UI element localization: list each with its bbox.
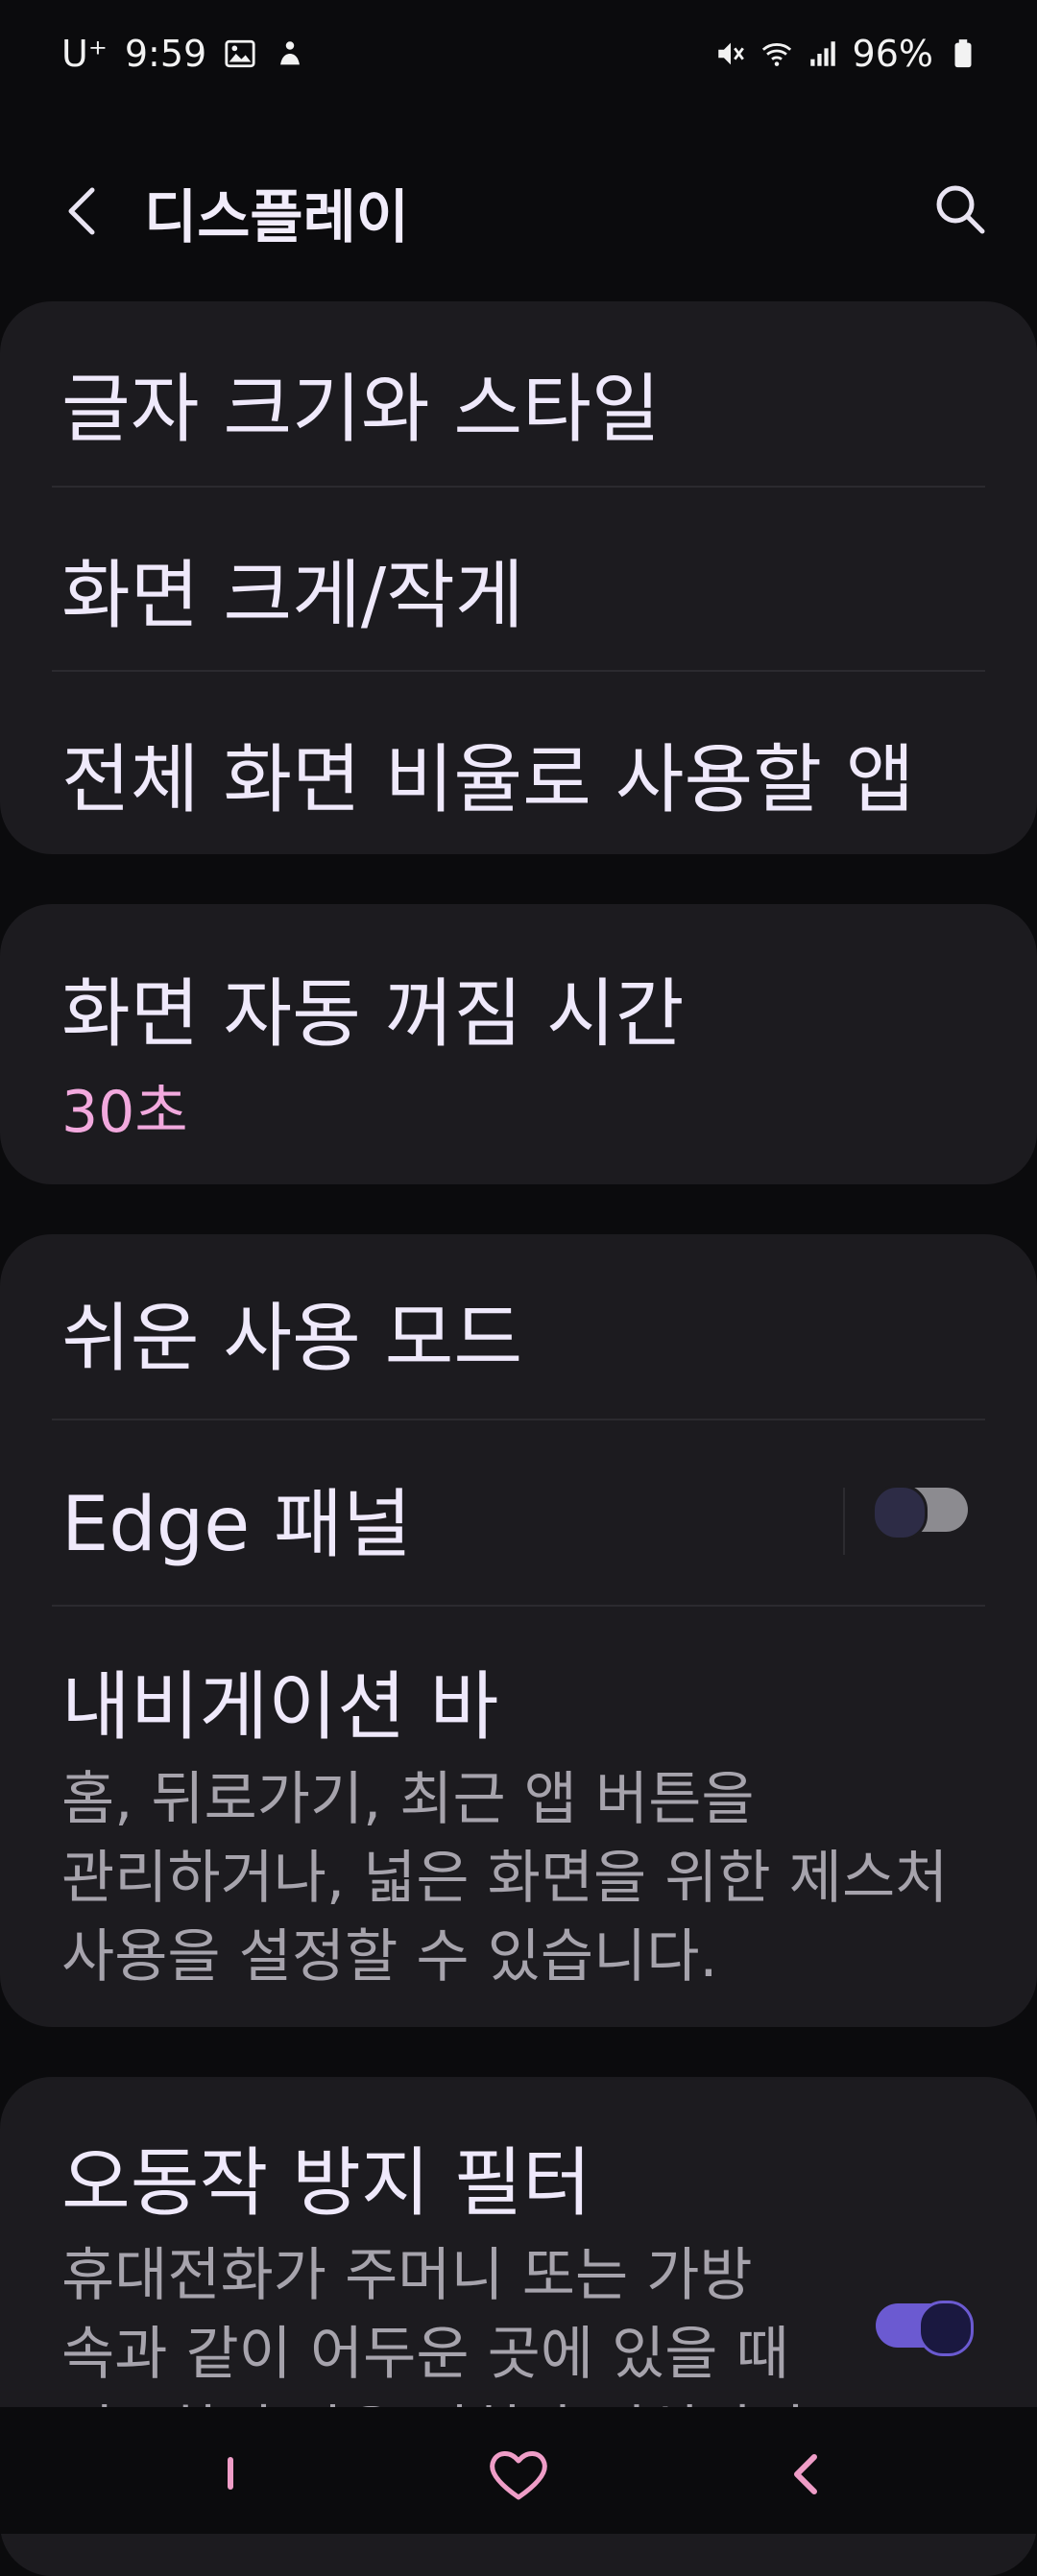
font-style-item[interactable]: 글자 크기와 스타일	[61, 349, 976, 457]
screen-timeout-item[interactable]: 화면 자동 꺼짐 시간 30초	[61, 954, 976, 1149]
page-title: 디스플레이	[144, 184, 409, 251]
navigation-bar-label: 내비게이션 바	[61, 1664, 499, 1751]
accidental-touch-label: 오동작 방지 필터	[61, 2140, 591, 2227]
toggle-knob	[872, 1485, 928, 1540]
separator	[843, 1488, 845, 1555]
accidental-touch-toggle[interactable]	[876, 2301, 974, 2356]
fullscreen-apps-label: 전체 화면 비율로 사용할 앱	[61, 737, 915, 823]
divider	[52, 1419, 985, 1420]
status-left: U⁺ 9:59	[61, 33, 306, 75]
divider	[52, 1605, 985, 1607]
navigation-bar-desc-line: 홈, 뒤로가기, 최근 앱 버튼을	[61, 1766, 755, 1833]
screen-zoom-label: 화면 크게/작게	[61, 553, 524, 639]
navigation-bar-item[interactable]: 내비게이션 바 홈, 뒤로가기, 최근 앱 버튼을 관리하거나, 넓은 화면을 …	[61, 1647, 976, 1996]
wifi-icon	[761, 43, 791, 66]
easy-mode-item[interactable]: 쉬운 사용 모드	[61, 1278, 976, 1386]
screen-timeout-value: 30초	[61, 1079, 188, 1146]
toggle-knob	[918, 2301, 974, 2356]
battery-icon	[954, 39, 972, 68]
navigation-bar-desc-line: 관리하거나, 넓은 화면을 위한 제스처	[61, 1845, 949, 1912]
signal-icon	[809, 41, 835, 66]
search-icon[interactable]	[929, 179, 991, 240]
carrier-label: U⁺	[61, 33, 108, 75]
divider	[52, 486, 985, 488]
accidental-touch-desc-line: 속과 같이 어두운 곳에 있을 때	[61, 2321, 789, 2388]
back-nav-icon[interactable]	[768, 2436, 845, 2513]
screen-timeout-card: 화면 자동 꺼짐 시간 30초	[0, 904, 1037, 1184]
navigation-bar-desc-line: 사용을 설정할 수 있습니다.	[61, 1923, 718, 1991]
back-icon[interactable]	[56, 180, 109, 242]
text-settings-card: 글자 크기와 스타일 화면 크게/작게 전체 화면 비율로 사용할 앱	[0, 301, 1037, 854]
system-nav-bar	[0, 2407, 1037, 2534]
bixby-icon	[280, 41, 301, 65]
gallery-icon	[225, 39, 255, 68]
font-style-label: 글자 크기와 스타일	[61, 367, 661, 453]
battery-percent: 96%	[852, 33, 933, 75]
clock: 9:59	[124, 33, 207, 75]
status-bar: U⁺ 9:59 96%	[0, 0, 1037, 115]
home-heart-icon[interactable]	[480, 2436, 557, 2513]
edge-panels-item[interactable]: Edge 패널	[61, 1465, 976, 1572]
app-header: 디스플레이	[0, 154, 1037, 269]
accidental-touch-desc-line: 휴대전화가 주머니 또는 가방	[61, 2242, 753, 2309]
edge-panels-label: Edge 패널	[61, 1482, 412, 1568]
easy-mode-label: 쉬운 사용 모드	[61, 1296, 523, 1382]
fullscreen-apps-item[interactable]: 전체 화면 비율로 사용할 앱	[61, 720, 976, 827]
misc-card: 쉬운 사용 모드 Edge 패널 내비게이션 바 홈, 뒤로가기, 최근 앱 버…	[0, 1234, 1037, 2027]
recents-icon[interactable]	[192, 2436, 269, 2513]
screen-zoom-item[interactable]: 화면 크게/작게	[61, 536, 976, 643]
divider	[52, 670, 985, 672]
mute-icon	[717, 42, 744, 65]
edge-panels-toggle[interactable]	[872, 1485, 968, 1540]
status-right: 96%	[714, 33, 979, 75]
screen-timeout-label: 화면 자동 꺼짐 시간	[61, 971, 685, 1058]
